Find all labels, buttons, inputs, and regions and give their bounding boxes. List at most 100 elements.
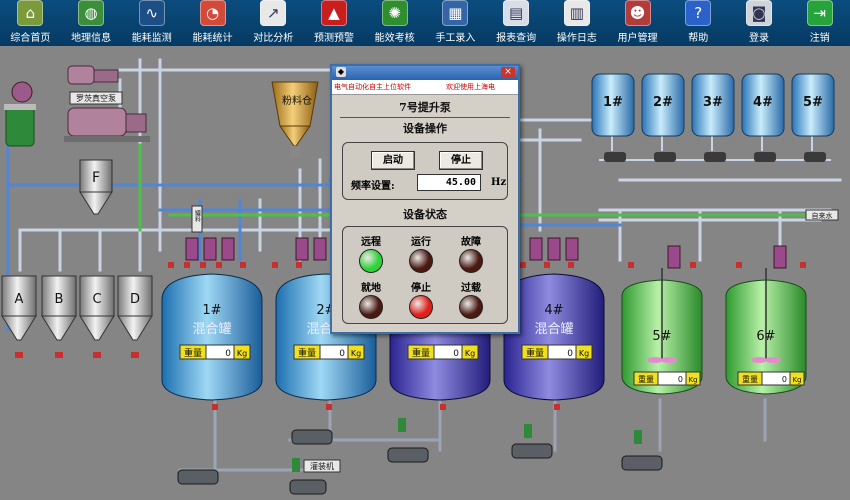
silo-b[interactable]: B (41, 275, 77, 341)
weight-label: 重量 (184, 347, 202, 359)
scrolling-banner: 电气自动化自主上位软件 欢迎使用上海电 (332, 80, 518, 95)
storage-tank-4[interactable]: 4# (741, 73, 785, 137)
toolbar-report-button[interactable]: ▤ 报表查询 (486, 0, 547, 46)
storage-tank-5[interactable]: 5# (791, 73, 835, 137)
toolbar-label: 地理信息 (71, 33, 112, 44)
weight-unit: Kg (579, 349, 589, 358)
weight-value: 0 (225, 349, 231, 359)
alarm-light-icon: ▲ (320, 0, 347, 26)
report-icon: ▤ (503, 0, 530, 26)
atom-icon: ✺ (381, 0, 408, 26)
book-icon: ▥ (563, 0, 590, 26)
status-section-title: 设备状态 (403, 208, 447, 221)
frequency-label: 频率设置: (351, 181, 395, 192)
mixing-tank-1[interactable]: 1# 混合罐 重量 0 Kg (161, 273, 263, 401)
mix-tank-id: 4# (544, 303, 563, 318)
powder-silo-label: 粉料仓 (282, 94, 312, 107)
weight-unit: Kg (792, 376, 801, 384)
status-label: 就地 (361, 283, 381, 294)
storage-tank-3[interactable]: 3# (691, 73, 735, 137)
toolbar-energy-monitor-button[interactable]: ∿ 能耗监测 (121, 0, 182, 46)
toolbar-oplog-button[interactable]: ▥ 操作日志 (546, 0, 607, 46)
silo-label: C (92, 292, 101, 307)
remote-lamp (359, 249, 383, 273)
toolbar-users-button[interactable]: ☻ 用户管理 (607, 0, 668, 46)
vertical-pipe-label: 罐料 (194, 209, 201, 223)
toolbar-label: 帮助 (688, 33, 709, 44)
toolbar-logout-button[interactable]: ⇥ 注销 (789, 0, 850, 46)
storage-tank-1[interactable]: 1# (591, 73, 635, 137)
toolbar-label: 登录 (748, 33, 769, 44)
weight-value: 0 (453, 349, 459, 359)
silo-label: D (130, 292, 140, 307)
green-tank-5[interactable]: 5# 重量 0 Kg (621, 268, 703, 395)
stop-button[interactable]: 停止 (439, 151, 483, 170)
vacuum-pump-unit[interactable]: 罗茨真空泵 (64, 65, 150, 142)
storage-tank-label: 5# (803, 95, 823, 110)
status-label: 远程 (361, 237, 381, 248)
weight-label: 重量 (526, 347, 544, 359)
green-tank-6[interactable]: 6# 重量 0 Kg (725, 268, 807, 395)
silo-valves (15, 352, 139, 358)
mix-tank-name: 混合罐 (534, 322, 573, 337)
ops-panel: 启动 停止 频率设置: 45.00 Hz (342, 142, 508, 200)
silo-c[interactable]: C (79, 275, 115, 341)
trend-chart-icon: ↗ (260, 0, 287, 26)
fault-lamp (459, 249, 483, 273)
ops-section-title: 设备操作 (403, 122, 447, 135)
toolbar-geo-button[interactable]: ◍ 地理信息 (61, 0, 122, 46)
mix-tank-name: 混合罐 (192, 322, 231, 337)
toolbar-home-button[interactable]: ⌂ 综合首页 (0, 0, 61, 46)
toolbar-label: 预测预警 (313, 33, 354, 44)
toolbar-efficiency-button[interactable]: ✺ 能效考核 (364, 0, 425, 46)
packing-machine-label: 灌装机 (310, 461, 334, 471)
exit-icon: ⇥ (806, 0, 833, 26)
toolbar-label: 用户管理 (617, 33, 658, 44)
toolbar-warning-button[interactable]: ▲ 预测预警 (304, 0, 365, 46)
weight-unit: Kg (465, 349, 475, 358)
storage-tank-2[interactable]: 2# (641, 73, 685, 137)
storage-tank-label: 1# (603, 95, 623, 110)
toolbar-energy-stats-button[interactable]: ◔ 能耗统计 (182, 0, 243, 46)
local-lamp (359, 295, 383, 319)
home-icon: ⌂ (17, 0, 44, 26)
weight-value: 0 (782, 375, 787, 384)
weight-unit: Kg (351, 349, 361, 358)
weight-unit: Kg (237, 349, 247, 358)
toolbar-help-button[interactable]: ? 帮助 (668, 0, 729, 46)
vacuum-pump-label: 罗茨真空泵 (76, 93, 116, 103)
toolbar-label: 报表查询 (496, 33, 537, 44)
banner-text-right: 欢迎使用上海电 (446, 83, 495, 91)
weight-label: 重量 (638, 374, 654, 384)
weight-value: 0 (339, 349, 345, 359)
toolbar-label: 手工录入 (435, 33, 476, 44)
toolbar-compare-button[interactable]: ↗ 对比分析 (243, 0, 304, 46)
frequency-input[interactable]: 45.00 (417, 174, 481, 191)
toolbar-manual-entry-button[interactable]: ▦ 手工录入 (425, 0, 486, 46)
weight-label: 重量 (412, 347, 430, 359)
mix-tank-id: 1# (202, 303, 221, 318)
hopper-f[interactable]: F (79, 159, 113, 215)
powder-silo[interactable]: 粉料仓 (271, 81, 319, 158)
dialog-title: 7号提升泵 (399, 101, 451, 114)
dialog-titlebar[interactable]: ◆ × (332, 66, 518, 80)
app-icon: ◆ (336, 67, 346, 77)
silo-label: A (15, 292, 24, 307)
status-panel: 远程 运行 故障 就地 停止 过载 (342, 226, 508, 324)
divider (340, 117, 510, 118)
keyboard-icon: ▦ (442, 0, 469, 26)
tap-water-label: 自来水 (812, 211, 833, 220)
green-tank-id: 6# (756, 329, 775, 344)
pump-motor-left[interactable] (4, 81, 36, 147)
frequency-unit: Hz (491, 177, 507, 188)
toolbar-login-button[interactable]: ◙ 登录 (729, 0, 790, 46)
waveform-icon: ∿ (138, 0, 165, 26)
weight-value: 0 (678, 375, 683, 384)
toolbar-label: 操作日志 (556, 33, 597, 44)
close-button[interactable]: × (501, 67, 515, 78)
start-button[interactable]: 启动 (371, 151, 415, 170)
toolbar-label: 综合首页 (10, 33, 51, 44)
weight-unit: Kg (688, 376, 697, 384)
toolbar-label: 能耗监测 (131, 33, 172, 44)
silo-d[interactable]: D (117, 275, 153, 341)
